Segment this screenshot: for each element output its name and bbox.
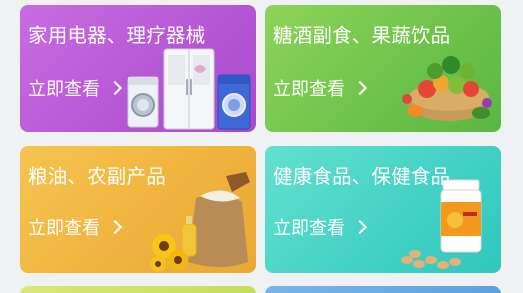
view-now-label: 立即查看 bbox=[28, 79, 100, 100]
view-now-label: 立即查看 bbox=[273, 79, 345, 100]
category-grid: 家用电器、理疗器械 立即查看 糖酒副食、果蔬饮品 立即查看 粮油、农副产品 立即… bbox=[0, 0, 523, 293]
grain-oil-image bbox=[150, 172, 250, 272]
category-card-partial-left[interactable] bbox=[20, 286, 256, 293]
category-card-appliances[interactable]: 家用电器、理疗器械 立即查看 bbox=[20, 5, 256, 132]
category-card-health-food[interactable]: 健康食品、保健食品 立即查看 bbox=[265, 146, 501, 273]
view-now-link[interactable]: 立即查看 bbox=[273, 214, 368, 240]
view-now-label: 立即查看 bbox=[28, 218, 100, 239]
chevron-right-icon bbox=[352, 80, 368, 96]
chevron-right-icon bbox=[107, 80, 123, 96]
view-now-link[interactable]: 立即查看 bbox=[28, 75, 123, 101]
category-title: 粮油、农副产品 bbox=[28, 165, 166, 188]
chevron-right-icon bbox=[107, 219, 123, 235]
chevron-right-icon bbox=[352, 219, 368, 235]
health-supplements-image bbox=[401, 179, 482, 269]
category-card-grain-oil[interactable]: 粮油、农副产品 立即查看 bbox=[20, 146, 256, 273]
category-card-groceries[interactable]: 糖酒副食、果蔬饮品 立即查看 bbox=[265, 5, 501, 132]
view-now-label: 立即查看 bbox=[273, 218, 345, 239]
category-card-partial-right[interactable] bbox=[265, 286, 501, 293]
home-appliances-image bbox=[127, 48, 251, 130]
view-now-link[interactable]: 立即查看 bbox=[273, 75, 368, 101]
view-now-link[interactable]: 立即查看 bbox=[28, 214, 123, 240]
fruits-vegetables-image bbox=[402, 56, 492, 121]
